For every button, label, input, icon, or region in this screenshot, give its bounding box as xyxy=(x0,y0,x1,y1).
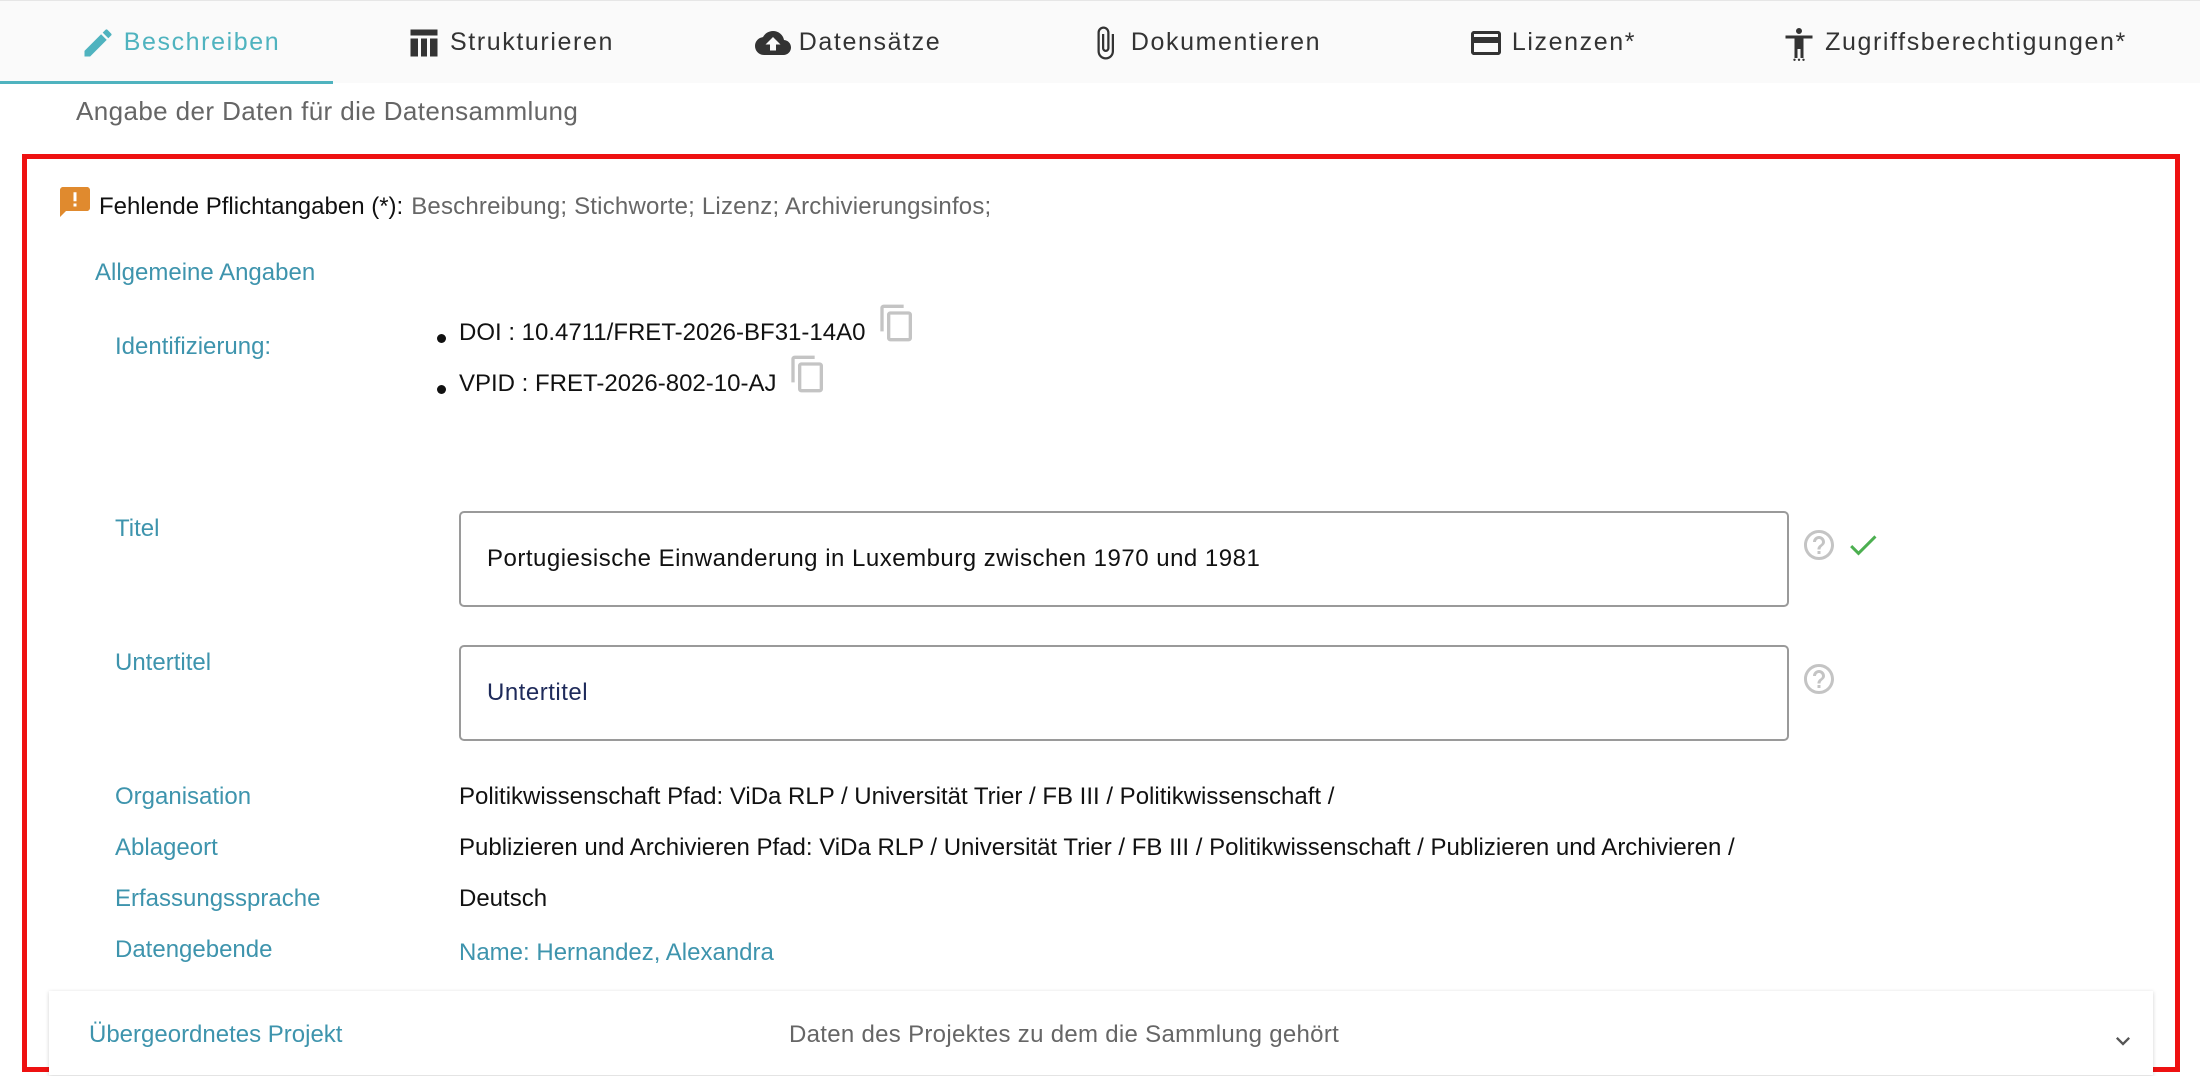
tab-label: Beschreiben xyxy=(123,28,281,56)
datengebende-label: Datengebende xyxy=(115,936,273,963)
datengebende-link[interactable]: Name: Hernandez, Alexandra xyxy=(459,939,774,967)
tab-label: Datensätze xyxy=(798,28,942,56)
identifier-list: DOI : 10.4711/FRET-2026-BF31-14A0 VPID :… xyxy=(437,304,917,421)
bullet xyxy=(437,334,446,343)
ablageort-value: Publizieren und Archivieren Pfad: ViDa R… xyxy=(459,834,1735,861)
help-circle-icon[interactable] xyxy=(1801,527,1837,563)
tab-label: Zugriffsberechtigungen* xyxy=(1825,28,2127,56)
tab-beschreiben[interactable]: Beschreiben xyxy=(0,1,360,84)
warning-label: Fehlende Pflichtangaben (*): xyxy=(99,193,404,220)
tab-dokumentieren[interactable]: Dokumentieren xyxy=(1084,1,1324,84)
active-tab-indicator xyxy=(0,81,333,84)
organisation-label: Organisation xyxy=(115,783,252,810)
untertitel-label: Untertitel xyxy=(115,649,212,676)
organisation-value: Politikwissenschaft Pfad: ViDa RLP / Uni… xyxy=(459,783,1335,810)
titel-field[interactable] xyxy=(459,511,1789,607)
accessibility-icon xyxy=(1785,27,1813,61)
accordion-uebergeordnetes-projekt[interactable]: Übergeordnetes Projekt Daten des Projekt… xyxy=(49,991,2153,1075)
help-circle-icon[interactable] xyxy=(1801,661,1837,697)
alert-comment-icon xyxy=(60,187,90,217)
tab-label: Dokumentieren xyxy=(1130,28,1322,56)
identification-label: Identifizierung: xyxy=(115,333,272,360)
list-item: VPID : FRET-2026-802-10-AJ xyxy=(437,355,917,421)
tab-datensaetze[interactable]: Datensätze xyxy=(748,1,948,84)
copy-icon[interactable] xyxy=(877,301,917,345)
tab-strukturieren[interactable]: Strukturieren xyxy=(390,1,630,84)
ablageort-label: Ablageort xyxy=(115,834,218,861)
list-item: DOI : 10.4711/FRET-2026-BF31-14A0 xyxy=(437,304,917,370)
erfassungssprache-value: Deutsch xyxy=(459,885,548,912)
accordion-title: Übergeordnetes Projekt xyxy=(89,1021,343,1048)
titel-label: Titel xyxy=(115,515,160,542)
paperclip-icon xyxy=(1097,26,1114,59)
copy-icon[interactable] xyxy=(788,352,828,396)
check-icon xyxy=(1850,535,1877,556)
titel-input[interactable] xyxy=(487,545,1787,573)
page-subtitle: Angabe der Daten für die Datensammlung xyxy=(76,96,579,126)
pencil-icon xyxy=(84,28,112,56)
missing-fields-warning: Fehlende Pflichtangaben (*): Beschreibun… xyxy=(57,187,992,221)
form-panel: Fehlende Pflichtangaben (*): Beschreibun… xyxy=(22,154,2180,1075)
tab-bar: Beschreiben Strukturieren Datensätze Dok… xyxy=(0,0,2200,84)
tab-zugriffsberechtigungen[interactable]: Zugriffsberechtigungen* xyxy=(1774,1,2134,84)
credit-card-icon xyxy=(1470,30,1501,55)
doi-value: DOI : 10.4711/FRET-2026-BF31-14A0 xyxy=(459,319,866,346)
bullet xyxy=(437,385,446,394)
tab-lizenzen[interactable]: Lizenzen* xyxy=(1462,1,1642,84)
section-allgemeine-angaben[interactable]: Allgemeine Angaben xyxy=(95,259,315,287)
table-icon xyxy=(410,29,438,56)
cloud-upload-icon xyxy=(754,30,791,55)
accordion-description: Daten des Projektes zu dem die Sammlung … xyxy=(789,1021,1340,1048)
untertitel-field[interactable] xyxy=(459,645,1789,741)
chevron-down-icon xyxy=(2116,1037,2130,1046)
tab-label: Lizenzen* xyxy=(1511,28,1637,56)
tab-label: Strukturieren xyxy=(450,28,614,56)
untertitel-input[interactable] xyxy=(487,679,1787,707)
vpid-value: VPID : FRET-2026-802-10-AJ xyxy=(459,370,777,397)
warning-items: Beschreibung; Stichworte; Lizenz; Archiv… xyxy=(411,193,992,220)
erfassungssprache-label: Erfassungssprache xyxy=(115,885,321,912)
